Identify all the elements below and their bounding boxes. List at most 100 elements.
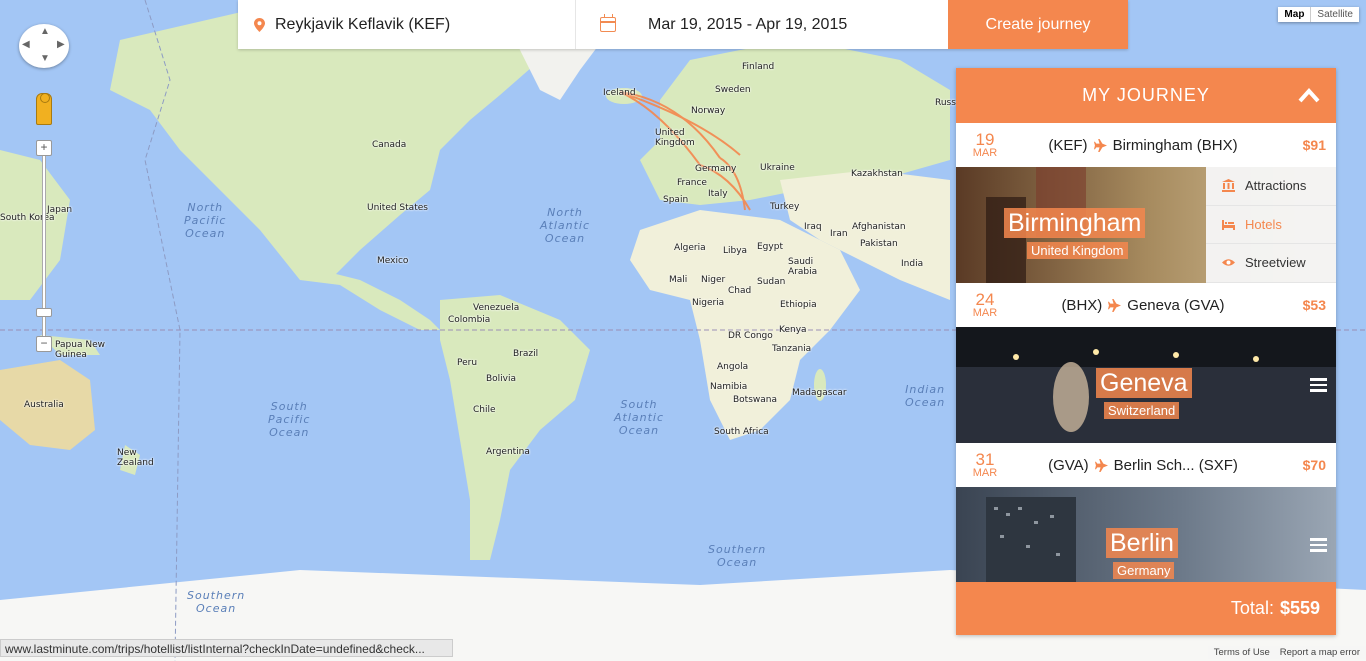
map-label-nz: New Zealand bbox=[117, 448, 154, 468]
hotels-menu-item[interactable]: Hotels bbox=[1206, 206, 1336, 245]
leg-date: 19 MAR bbox=[966, 131, 1004, 159]
zoom-slider-handle[interactable] bbox=[36, 308, 52, 317]
leg-month: MAR bbox=[972, 147, 998, 159]
map-label-botswana: Botswana bbox=[733, 395, 777, 405]
attractions-label: Attractions bbox=[1245, 178, 1307, 194]
city-card-birmingham[interactable]: Birmingham United Kingdom Attractions Ho… bbox=[956, 167, 1336, 283]
map-label-madagascar: Madagascar bbox=[792, 388, 847, 398]
map-label-chad: Chad bbox=[728, 286, 752, 296]
map-label-uk: United Kingdom bbox=[655, 128, 695, 148]
map-label-nigeria: Nigeria bbox=[692, 298, 725, 308]
create-journey-button[interactable]: Create journey bbox=[948, 0, 1128, 49]
leg-to: Berlin Sch... (SXF) bbox=[1113, 456, 1238, 474]
map-label-argentina: Argentina bbox=[486, 447, 530, 457]
report-map-error-link[interactable]: Report a map error bbox=[1280, 647, 1360, 658]
city-country: Switzerland bbox=[1104, 402, 1180, 419]
map-label-france: France bbox=[677, 178, 707, 188]
map-label-sweden: Sweden bbox=[715, 85, 751, 95]
map-label-australia: Australia bbox=[24, 400, 64, 410]
map-label-southkorea: South Korea bbox=[0, 213, 55, 223]
city-side-menu: Attractions Hotels Streetview bbox=[1206, 167, 1336, 283]
pan-up-icon[interactable]: ▲ bbox=[40, 26, 50, 37]
map-label-ethiopia: Ethiopia bbox=[780, 300, 817, 310]
streetview-menu-item[interactable]: Streetview bbox=[1206, 244, 1336, 283]
leg-month: MAR bbox=[972, 467, 998, 479]
zoom-out-button[interactable]: − bbox=[36, 336, 52, 352]
map-label-venezuela: Venezuela bbox=[473, 303, 520, 313]
map-type-satellite-button[interactable]: Satellite bbox=[1311, 7, 1359, 22]
pan-control[interactable]: ▲ ◀ ▶ ▼ bbox=[19, 24, 69, 68]
city-card-geneva[interactable]: Geneva Switzerland bbox=[956, 327, 1336, 443]
city-card-berlin[interactable]: Berlin Germany bbox=[956, 487, 1336, 583]
origin-value: Reykjavik Keflavik (KEF) bbox=[275, 15, 451, 33]
ocean-label-southern-east: Southern Ocean bbox=[708, 543, 767, 569]
leg-price: $70 bbox=[1302, 457, 1326, 473]
attractions-menu-item[interactable]: Attractions bbox=[1206, 167, 1336, 206]
leg-price: $91 bbox=[1302, 137, 1326, 153]
pan-right-icon[interactable]: ▶ bbox=[57, 39, 65, 50]
ocean-label-north-pacific: North Pacific Ocean bbox=[184, 201, 227, 240]
map-label-egypt: Egypt bbox=[757, 242, 783, 252]
flight-leg-row[interactable]: 31 MAR (GVA) Berlin Sch... (SXF) $70 bbox=[956, 443, 1336, 487]
map-label-peru: Peru bbox=[457, 358, 478, 368]
leg-from: (KEF) bbox=[1048, 136, 1088, 154]
map-label-russia: Russ bbox=[935, 98, 956, 108]
map-type-control[interactable]: Map Satellite bbox=[1278, 7, 1359, 22]
ocean-label-south-atlantic: South Atlantic Ocean bbox=[614, 398, 665, 437]
plane-icon bbox=[1093, 138, 1107, 152]
my-journey-panel: MY JOURNEY 19 MAR (KEF) Birmingham (BHX)… bbox=[956, 68, 1336, 635]
city-name: Geneva bbox=[1096, 368, 1192, 398]
map-label-namibia: Namibia bbox=[710, 382, 748, 392]
calendar-icon bbox=[600, 14, 616, 32]
pan-left-icon[interactable]: ◀ bbox=[22, 39, 30, 50]
map-label-niger: Niger bbox=[701, 275, 726, 285]
leg-date: 31 MAR bbox=[966, 451, 1004, 479]
map-type-map-button[interactable]: Map bbox=[1278, 7, 1312, 22]
leg-date: 24 MAR bbox=[966, 291, 1004, 319]
terms-link[interactable]: Terms of Use bbox=[1214, 647, 1270, 658]
map-label-saudi: Saudi Arabia bbox=[788, 257, 818, 277]
origin-field[interactable]: Reykjavik Keflavik (KEF) bbox=[238, 0, 576, 49]
leg-day: 19 bbox=[975, 130, 995, 149]
flight-leg-row[interactable]: 24 MAR (BHX) Geneva (GVA) $53 bbox=[956, 283, 1336, 327]
map-label-algeria: Algeria bbox=[674, 243, 706, 253]
hamburger-menu-icon[interactable] bbox=[1310, 378, 1327, 392]
pegman-icon[interactable] bbox=[36, 93, 52, 125]
leg-to: Geneva (GVA) bbox=[1127, 296, 1225, 314]
eye-icon bbox=[1222, 259, 1235, 267]
plane-icon bbox=[1108, 298, 1122, 312]
map-label-italy: Italy bbox=[708, 189, 728, 199]
leg-from: (GVA) bbox=[1048, 456, 1089, 474]
hotels-label: Hotels bbox=[1245, 216, 1282, 232]
date-range-field[interactable]: Mar 19, 2015 - Apr 19, 2015 bbox=[576, 0, 948, 49]
chevron-up-icon[interactable] bbox=[1298, 87, 1320, 103]
leg-to: Birmingham (BHX) bbox=[1112, 136, 1238, 154]
date-range-value: Mar 19, 2015 - Apr 19, 2015 bbox=[648, 15, 848, 33]
pan-down-icon[interactable]: ▼ bbox=[40, 53, 50, 64]
leg-price: $53 bbox=[1302, 297, 1326, 313]
flight-leg-row[interactable]: 19 MAR (KEF) Birmingham (BHX) $91 bbox=[956, 123, 1336, 167]
zoom-in-button[interactable]: + bbox=[36, 140, 52, 156]
map-label-sudan: Sudan bbox=[757, 277, 786, 287]
museum-icon bbox=[1222, 179, 1235, 193]
map-label-mexico: Mexico bbox=[377, 256, 409, 266]
ocean-label-south-pacific: South Pacific Ocean bbox=[268, 400, 311, 439]
hamburger-menu-icon[interactable] bbox=[1310, 538, 1327, 552]
ocean-label-southern-west: Southern Ocean bbox=[187, 589, 246, 615]
map-label-colombia: Colombia bbox=[448, 315, 491, 325]
map-label-drc: DR Congo bbox=[728, 331, 773, 341]
leg-route: (BHX) Geneva (GVA) bbox=[1004, 297, 1282, 314]
leg-month: MAR bbox=[972, 307, 998, 319]
map-label-norway: Norway bbox=[691, 106, 726, 116]
ocean-label-indian: Indian Ocean bbox=[905, 383, 946, 409]
map-label-kenya: Kenya bbox=[779, 325, 807, 335]
leg-day: 24 bbox=[975, 290, 995, 309]
map-label-angola: Angola bbox=[717, 362, 749, 372]
map-label-canada: Canada bbox=[372, 140, 407, 150]
map-footer: Terms of Use Report a map error bbox=[1207, 646, 1366, 659]
journey-panel-header[interactable]: MY JOURNEY bbox=[956, 68, 1336, 123]
map-label-southafrica: South Africa bbox=[714, 427, 769, 437]
ocean-label-north-atlantic: North Atlantic Ocean bbox=[540, 206, 591, 245]
streetview-label: Streetview bbox=[1245, 255, 1306, 271]
map-label-mali: Mali bbox=[669, 275, 688, 285]
